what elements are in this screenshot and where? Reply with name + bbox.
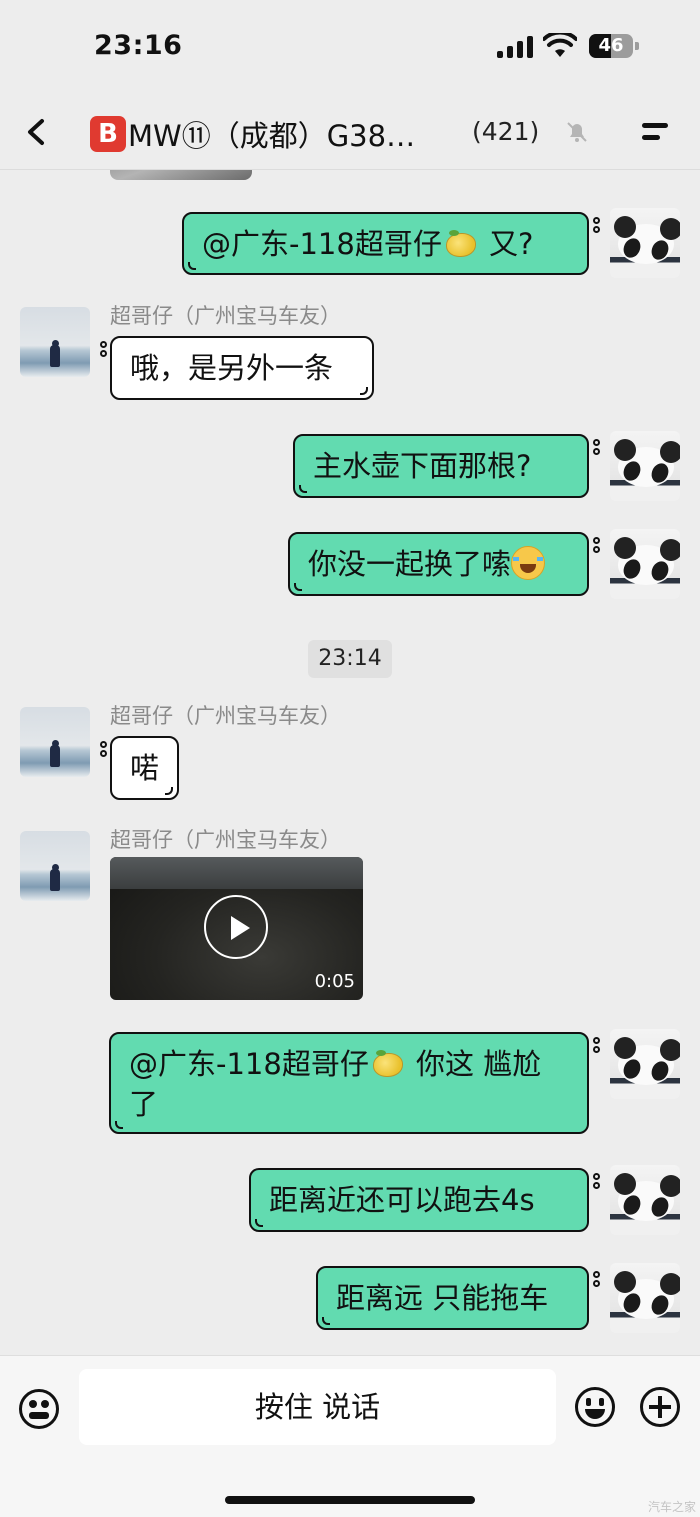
my-avatar[interactable] bbox=[610, 1263, 680, 1333]
battery-tip bbox=[635, 42, 639, 50]
my-message-bubble[interactable]: @广东-118超哥仔 你这 尴尬了 bbox=[109, 1032, 600, 1134]
my-avatar[interactable] bbox=[610, 1029, 680, 1099]
sender-name: 超哥仔（广州宝马车友） bbox=[110, 704, 341, 728]
message-text: 主水壶下面那根? bbox=[313, 449, 532, 483]
emoji-icon[interactable] bbox=[575, 1387, 615, 1427]
menu-icon[interactable] bbox=[640, 119, 670, 145]
battery-level: 46 bbox=[598, 35, 624, 56]
b-badge-icon: B bbox=[90, 116, 126, 152]
my-message-bubble[interactable]: 距离远 只能拖车 bbox=[316, 1266, 600, 1330]
lemon-emoji bbox=[372, 1050, 403, 1077]
play-icon[interactable] bbox=[204, 895, 268, 959]
laughing-emoji bbox=[511, 546, 546, 580]
signal-icon bbox=[497, 36, 533, 58]
mention-text[interactable]: @广东-118超哥仔 bbox=[129, 1047, 369, 1081]
watermark: 汽车之家 bbox=[648, 1500, 697, 1514]
message-text: 距离近还可以跑去4s bbox=[269, 1183, 535, 1217]
battery-icon: 46 bbox=[589, 34, 633, 58]
wifi-icon bbox=[543, 33, 577, 57]
sender-name: 超哥仔（广州宝马车友） bbox=[110, 828, 341, 852]
sender-name: 超哥仔（广州宝马车友） bbox=[110, 304, 341, 328]
their-message-bubble[interactable]: 哦，是另外一条 bbox=[100, 336, 374, 400]
message-text: 你没一起换了嗦 bbox=[308, 547, 512, 581]
my-message-bubble[interactable]: 距离近还可以跑去4s bbox=[249, 1168, 600, 1232]
their-message-bubble[interactable]: 喏 bbox=[100, 736, 179, 800]
plus-icon[interactable] bbox=[640, 1387, 680, 1427]
chat-header: B MW⑪（成都）G38… (421) bbox=[0, 95, 700, 170]
timestamp: 23:14 bbox=[308, 640, 392, 678]
video-message[interactable]: 0:05 bbox=[110, 857, 363, 1000]
voice-icon[interactable] bbox=[19, 1389, 59, 1429]
input-bar: 按住 说话 bbox=[0, 1355, 700, 1517]
my-avatar[interactable] bbox=[610, 431, 680, 501]
status-time: 23:16 bbox=[94, 30, 183, 61]
message-text: 又? bbox=[479, 227, 534, 261]
group-name: MW⑪（成都）G38… bbox=[128, 119, 416, 153]
my-message-bubble[interactable]: 你没一起换了嗦 bbox=[288, 532, 600, 596]
chat-title[interactable]: B MW⑪（成都）G38… bbox=[90, 113, 415, 155]
my-message-bubble[interactable]: 主水壶下面那根? bbox=[293, 434, 600, 498]
message-text: 哦，是另外一条 bbox=[130, 351, 334, 385]
sender-avatar[interactable] bbox=[20, 707, 90, 777]
message-text: 距离远 只能拖车 bbox=[336, 1281, 549, 1315]
my-message-bubble[interactable]: @广东-118超哥仔 又? bbox=[182, 212, 600, 275]
lemon-emoji bbox=[445, 230, 476, 257]
member-count: (421) bbox=[472, 117, 540, 146]
message-text: 喏 bbox=[130, 751, 160, 785]
clip-icon bbox=[591, 217, 601, 235]
moon-icon bbox=[545, 121, 555, 141]
my-avatar[interactable] bbox=[610, 1165, 680, 1235]
sender-avatar[interactable] bbox=[20, 831, 90, 901]
my-avatar[interactable] bbox=[610, 208, 680, 278]
mention-text[interactable]: @广东-118超哥仔 bbox=[202, 227, 442, 261]
bell-slash-icon bbox=[567, 122, 587, 142]
chevron-left-icon[interactable] bbox=[22, 117, 52, 147]
my-avatar[interactable] bbox=[610, 529, 680, 599]
video-duration: 0:05 bbox=[314, 971, 355, 992]
hold-to-talk-button[interactable]: 按住 说话 bbox=[79, 1369, 556, 1445]
home-indicator[interactable] bbox=[225, 1496, 475, 1504]
status-bar: 23:16 46 bbox=[0, 0, 700, 95]
sender-avatar[interactable] bbox=[20, 307, 90, 377]
